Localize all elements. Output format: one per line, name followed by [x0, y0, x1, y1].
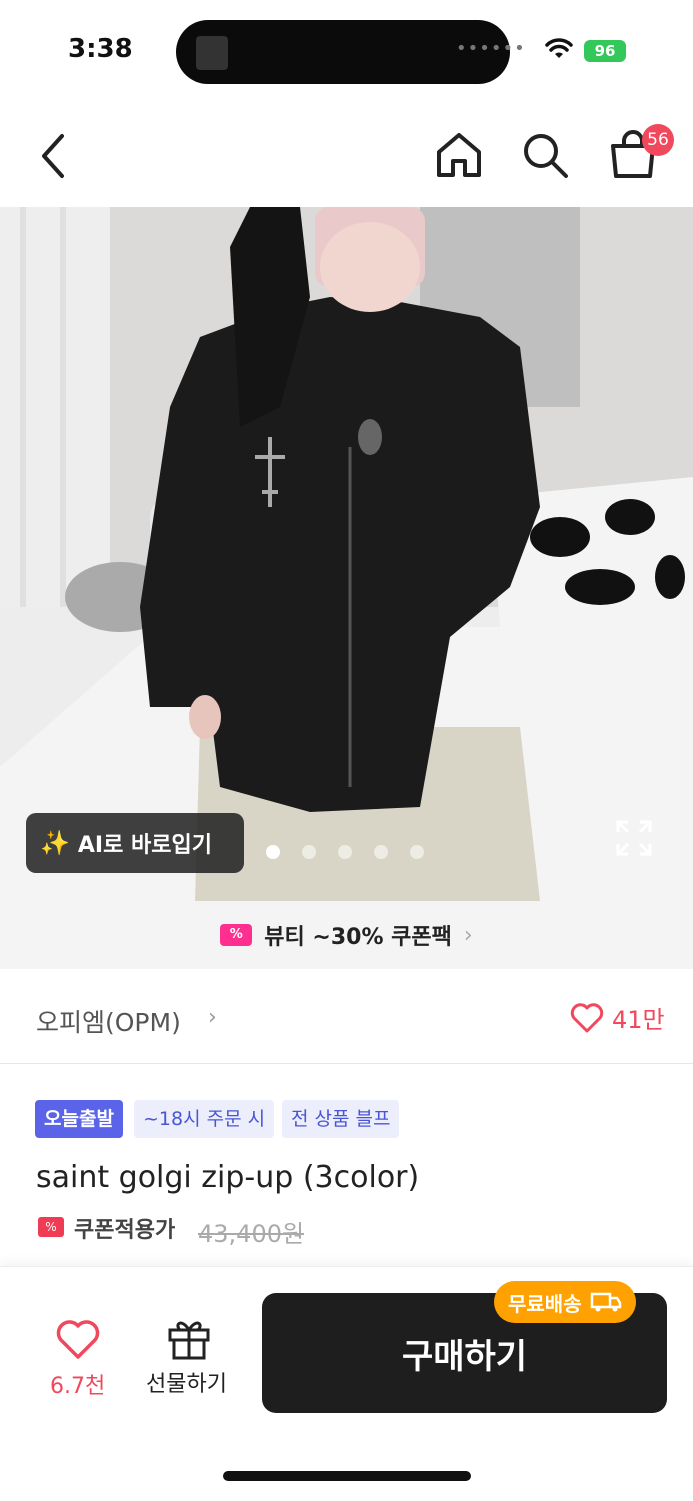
wishlist-count: 6.7천	[50, 1374, 106, 1399]
wifi-icon	[545, 38, 573, 58]
now-playing-thumbnail	[196, 36, 228, 70]
same-day-shipping-tag: 오늘출발	[35, 1100, 123, 1138]
island-dots-icon: ••••••	[456, 38, 526, 59]
coupon-banner-label: 뷰티 ~30% 쿠폰팩	[264, 925, 452, 950]
chevron-right-icon: ›	[463, 922, 473, 948]
coupon-price-label: 쿠폰적용가	[74, 1218, 176, 1243]
gift-label[interactable]: 선물하기	[146, 1366, 227, 1398]
gift-icon[interactable]	[166, 1316, 212, 1360]
slide-dot[interactable]	[302, 845, 316, 859]
sale-event-tag: 전 상품 블프	[282, 1100, 400, 1138]
product-hero-image[interactable]	[0, 207, 693, 901]
chevron-right-icon: ›	[208, 1005, 217, 1030]
slide-dot[interactable]	[266, 845, 280, 859]
brand-like-count: 41만	[612, 1006, 665, 1034]
original-price: 43,400원	[198, 1220, 305, 1248]
status-time: 3:38	[68, 34, 133, 64]
coupon-ticket-icon: %	[220, 924, 253, 946]
brand-name-link[interactable]: 오피엠(OPM)	[36, 1003, 181, 1039]
slide-dot[interactable]	[338, 845, 352, 859]
heart-outline-icon	[570, 1002, 604, 1032]
product-title: saint golgi zip-up (3color)	[36, 1160, 420, 1195]
slide-dot[interactable]	[410, 845, 424, 859]
free-shipping-badge: 무료배송	[494, 1281, 636, 1323]
home-icon[interactable]	[434, 130, 484, 180]
expand-icon[interactable]	[614, 818, 654, 858]
coupon-price-icon: %	[38, 1217, 64, 1237]
search-icon[interactable]	[520, 130, 570, 180]
back-arrow-icon[interactable]	[36, 130, 68, 182]
cart-count-badge: 56	[642, 124, 674, 156]
slide-dot[interactable]	[374, 845, 388, 859]
home-indicator	[223, 1471, 471, 1481]
brand-like-button[interactable]: 41만	[570, 1000, 665, 1035]
battery-indicator: 96	[584, 40, 626, 62]
product-photo	[0, 207, 693, 901]
battery-level: 96	[594, 42, 616, 60]
ai-try-on-button[interactable]: ✨ AI로 바로입기	[26, 813, 244, 873]
ai-try-on-label: AI로 바로입기	[77, 833, 212, 858]
coupon-banner[interactable]: % 뷰티 ~30% 쿠폰팩 ›	[0, 901, 693, 969]
slide-indicator	[266, 845, 424, 859]
order-cutoff-tag: ~18시 주문 시	[134, 1100, 275, 1138]
wishlist-heart-icon[interactable]	[56, 1320, 100, 1360]
delivery-truck-icon	[590, 1292, 621, 1312]
free-shipping-label: 무료배송	[508, 1291, 582, 1316]
magic-wand-icon: ✨	[40, 829, 70, 857]
